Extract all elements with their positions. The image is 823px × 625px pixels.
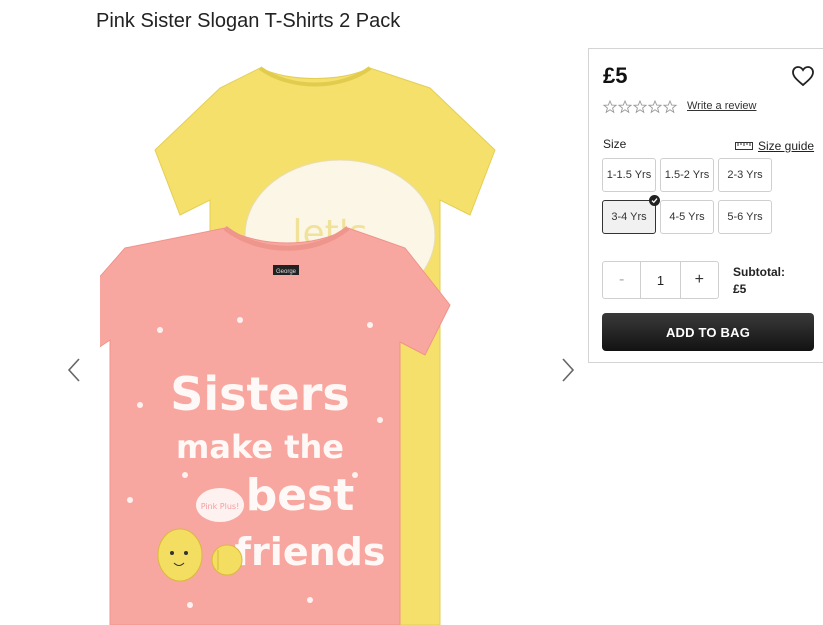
size-option-label: 3-4 Yrs <box>611 211 647 223</box>
star-icon <box>633 100 647 114</box>
next-image-arrow-icon[interactable] <box>558 355 578 385</box>
size-option-1.5-2[interactable]: 1.5-2 Yrs <box>660 158 714 192</box>
star-icon <box>618 100 632 114</box>
product-image: let's George Sisters make the best frien… <box>100 66 496 625</box>
size-option-3-4[interactable]: 3-4 Yrs <box>602 195 660 234</box>
print-line-3: best <box>246 470 355 521</box>
quantity-stepper: - 1 + <box>602 261 719 299</box>
shirt-label: George <box>276 269 297 275</box>
purchase-panel: £5 Write a review Size Size guide 1-1.5 … <box>588 48 823 363</box>
print-badge: Pink Plus! <box>201 502 240 511</box>
product-gallery: let's George Sisters make the best frien… <box>60 50 590 625</box>
ruler-icon <box>735 142 753 150</box>
size-option-5-6[interactable]: 5-6 Yrs <box>718 200 772 234</box>
size-option-1-1.5[interactable]: 1-1.5 Yrs <box>602 158 656 192</box>
print-line-1: Sisters <box>170 367 350 421</box>
subtotal-label: Subtotal: <box>733 265 785 279</box>
subtotal: Subtotal: £5 <box>733 264 785 298</box>
size-option-4-5[interactable]: 4-5 Yrs <box>660 200 714 234</box>
rating-stars <box>603 100 677 114</box>
quantity-increase-button[interactable]: + <box>681 262 718 298</box>
size-guide-link[interactable]: Size guide <box>735 139 814 153</box>
quantity-value[interactable]: 1 <box>640 262 681 298</box>
print-line-2: make the <box>176 428 344 466</box>
quantity-decrease-button[interactable]: - <box>603 262 640 298</box>
checkmark-icon <box>649 195 660 206</box>
size-label: Size <box>603 137 627 151</box>
print-line-4: friends <box>235 530 386 574</box>
star-icon <box>603 100 617 114</box>
subtotal-value: £5 <box>733 282 747 296</box>
add-to-bag-button[interactable]: ADD TO BAG <box>602 313 814 351</box>
size-guide-label: Size guide <box>758 139 815 153</box>
star-icon <box>648 100 662 114</box>
write-review-link[interactable]: Write a review <box>687 100 756 112</box>
star-icon <box>663 100 677 114</box>
previous-image-arrow-icon[interactable] <box>64 355 84 385</box>
price: £5 <box>603 63 628 88</box>
heart-icon[interactable] <box>791 65 815 87</box>
size-option-2-3[interactable]: 2-3 Yrs <box>718 158 772 192</box>
product-title: Pink Sister Slogan T-Shirts 2 Pack <box>96 10 401 32</box>
